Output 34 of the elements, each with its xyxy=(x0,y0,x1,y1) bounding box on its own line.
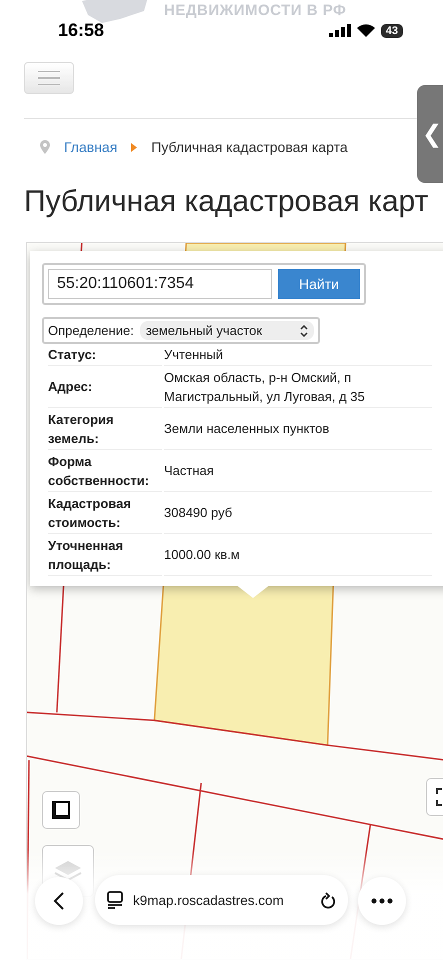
detail-label: Категория земель: xyxy=(48,408,162,450)
breadcrumb-current[interactable]: Публичная кадастровая карта xyxy=(151,139,348,155)
detail-value: Частная xyxy=(164,450,432,492)
definition-select[interactable]: земельный участок xyxy=(140,321,314,340)
wifi-icon xyxy=(356,24,375,37)
detail-label: Форма собственности: xyxy=(48,450,162,492)
signal-icon xyxy=(328,24,351,37)
side-panel-toggle[interactable]: ❮ xyxy=(417,85,443,183)
reload-icon xyxy=(320,891,336,909)
breadcrumb-link[interactable]: Главная xyxy=(64,139,118,155)
detail-label: Статус: xyxy=(48,344,162,366)
battery-level: 43 xyxy=(380,24,403,38)
chevron-updown-icon xyxy=(300,324,308,336)
address-bar[interactable]: k9map.roscadastres.com xyxy=(95,875,348,925)
detail-value: 1000.00 кв.м xyxy=(164,534,432,576)
status-time: 16:58 xyxy=(58,20,104,41)
definition-label: Определение: xyxy=(48,323,134,338)
detail-label: Уточненная площадь: xyxy=(48,534,162,576)
url-text: k9map.roscadastres.com xyxy=(133,892,285,908)
detail-label: Адрес: xyxy=(48,366,162,408)
more-icon xyxy=(371,898,393,904)
tabs-icon xyxy=(107,891,123,909)
location-pin-icon xyxy=(40,140,50,154)
detail-value: Омская область, р-н Омский, п Магистральный, ул Луговая, д 35 xyxy=(164,366,432,408)
detail-label: Кадастровая стоимость: xyxy=(48,492,162,534)
find-button[interactable]: Найти xyxy=(278,269,360,299)
page-title: Публичная кадастровая карт xyxy=(24,185,430,219)
breadcrumb-arrow-icon xyxy=(131,142,138,152)
cadastral-number-field[interactable]: 55:20:110601:7354 xyxy=(48,269,272,299)
ruler-button[interactable] xyxy=(42,791,80,829)
map-logo-icon xyxy=(80,0,150,23)
detail-value: 308490 руб xyxy=(164,492,432,534)
detail-value: Земли населенных пунктов xyxy=(164,408,432,450)
detail-value: Учтенный xyxy=(164,344,432,366)
